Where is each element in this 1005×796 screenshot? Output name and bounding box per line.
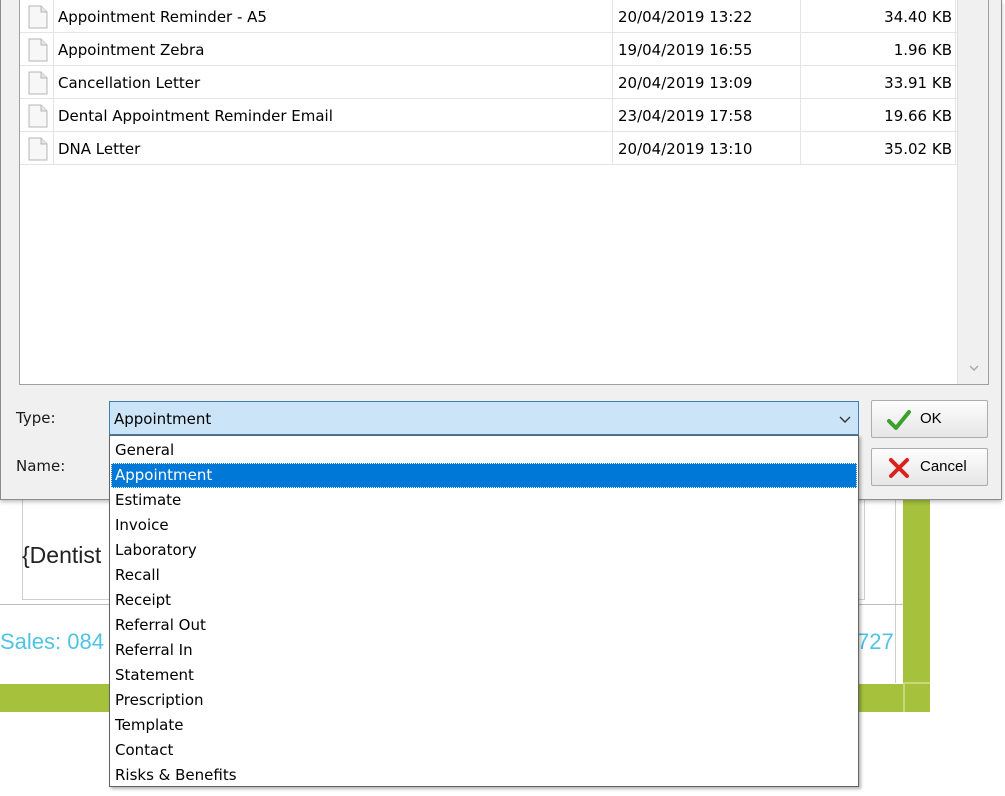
background-dentist-placeholder: {Dentist <box>22 542 102 568</box>
file-size: 35.02 KB <box>884 140 952 158</box>
dropdown-option-appointment[interactable]: Appointment <box>111 463 857 488</box>
cancel-button[interactable]: Cancel <box>871 448 988 486</box>
type-dropdown-list[interactable]: General Appointment Estimate Invoice Laborat… <box>109 435 859 787</box>
column-separator <box>612 0 613 33</box>
dropdown-option-general[interactable]: General <box>111 438 857 463</box>
file-modified-date: 23/04/2019 17:58 <box>618 107 753 125</box>
scroll-down-icon[interactable] <box>967 362 981 376</box>
column-separator <box>800 33 801 66</box>
chevron-down-icon[interactable] <box>838 411 852 425</box>
cancel-button-label: Cancel <box>920 458 967 475</box>
dropdown-option-prescription[interactable]: Prescription <box>111 688 857 713</box>
background-sales-number-end: 727 <box>857 629 894 654</box>
column-separator <box>955 132 956 165</box>
document-icon <box>22 33 54 66</box>
dropdown-option-contact[interactable]: Contact <box>111 738 857 763</box>
dropdown-option-laboratory[interactable]: Laboratory <box>111 538 857 563</box>
file-size: 33.91 KB <box>884 74 952 92</box>
file-modified-date: 19/04/2019 16:55 <box>618 41 753 59</box>
table-row[interactable]: Cancellation Letter 20/04/2019 13:09 33.91… <box>20 66 957 99</box>
checkmark-icon <box>886 407 912 433</box>
type-label: Type: <box>16 409 56 427</box>
document-icon <box>22 0 54 33</box>
x-icon <box>886 455 912 481</box>
column-separator <box>612 99 613 132</box>
dropdown-option-recall[interactable]: Recall <box>111 563 857 588</box>
column-separator <box>800 99 801 132</box>
background-green-footer-line <box>903 684 905 712</box>
file-modified-date: 20/04/2019 13:09 <box>618 74 753 92</box>
table-row[interactable]: Dental Appointment Reminder Email 23/04/2… <box>20 99 957 132</box>
dropdown-option-estimate[interactable]: Estimate <box>111 488 857 513</box>
type-combobox[interactable]: Appointment <box>109 401 859 435</box>
background-green-side-bar <box>903 500 930 712</box>
column-separator <box>800 132 801 165</box>
column-separator <box>800 66 801 99</box>
name-label: Name: <box>16 457 66 475</box>
file-list[interactable]: Appointment Reminder - A5 20/04/2019 13:2… <box>19 0 989 385</box>
column-separator <box>955 33 956 66</box>
file-modified-date: 20/04/2019 13:10 <box>618 140 753 158</box>
dropdown-option-referral-out[interactable]: Referral Out <box>111 613 857 638</box>
dropdown-option-receipt[interactable]: Receipt <box>111 588 857 613</box>
file-size: 1.96 KB <box>893 41 952 59</box>
dropdown-option-statement[interactable]: Statement <box>111 663 857 688</box>
background-vertical-rule <box>895 500 896 683</box>
file-list-scrollbar[interactable] <box>957 0 988 384</box>
column-separator <box>955 66 956 99</box>
table-row[interactable]: DNA Letter 20/04/2019 13:10 35.02 KB <box>20 132 957 165</box>
document-icon <box>22 132 54 165</box>
table-row[interactable]: Appointment Reminder - A5 20/04/2019 13:2… <box>20 0 957 33</box>
file-name: Appointment Zebra <box>58 41 205 59</box>
file-size: 34.40 KB <box>884 8 952 26</box>
file-size: 19.66 KB <box>884 107 952 125</box>
file-name: Appointment Reminder - A5 <box>58 8 267 26</box>
file-name: Dental Appointment Reminder Email <box>58 107 333 125</box>
dropdown-option-risks-benefits[interactable]: Risks & Benefits <box>111 763 857 788</box>
type-combobox-value: Appointment <box>114 410 212 428</box>
table-row[interactable]: Appointment Zebra 19/04/2019 16:55 1.96 KB <box>20 33 957 66</box>
ok-button-label: OK <box>920 410 942 427</box>
column-separator <box>612 66 613 99</box>
document-icon <box>22 99 54 132</box>
document-icon <box>22 66 54 99</box>
column-separator <box>955 99 956 132</box>
background-sales-text: Sales: 084 <box>0 629 104 654</box>
file-modified-date: 20/04/2019 13:22 <box>618 8 753 26</box>
ok-button[interactable]: OK <box>871 400 988 438</box>
dropdown-option-template[interactable]: Template <box>111 713 857 738</box>
file-name: Cancellation Letter <box>58 74 201 92</box>
file-name: DNA Letter <box>58 140 141 158</box>
column-separator <box>612 132 613 165</box>
dropdown-option-invoice[interactable]: Invoice <box>111 513 857 538</box>
column-separator <box>955 0 956 33</box>
dropdown-option-referral-in[interactable]: Referral In <box>111 638 857 663</box>
column-separator <box>612 33 613 66</box>
column-separator <box>800 0 801 33</box>
